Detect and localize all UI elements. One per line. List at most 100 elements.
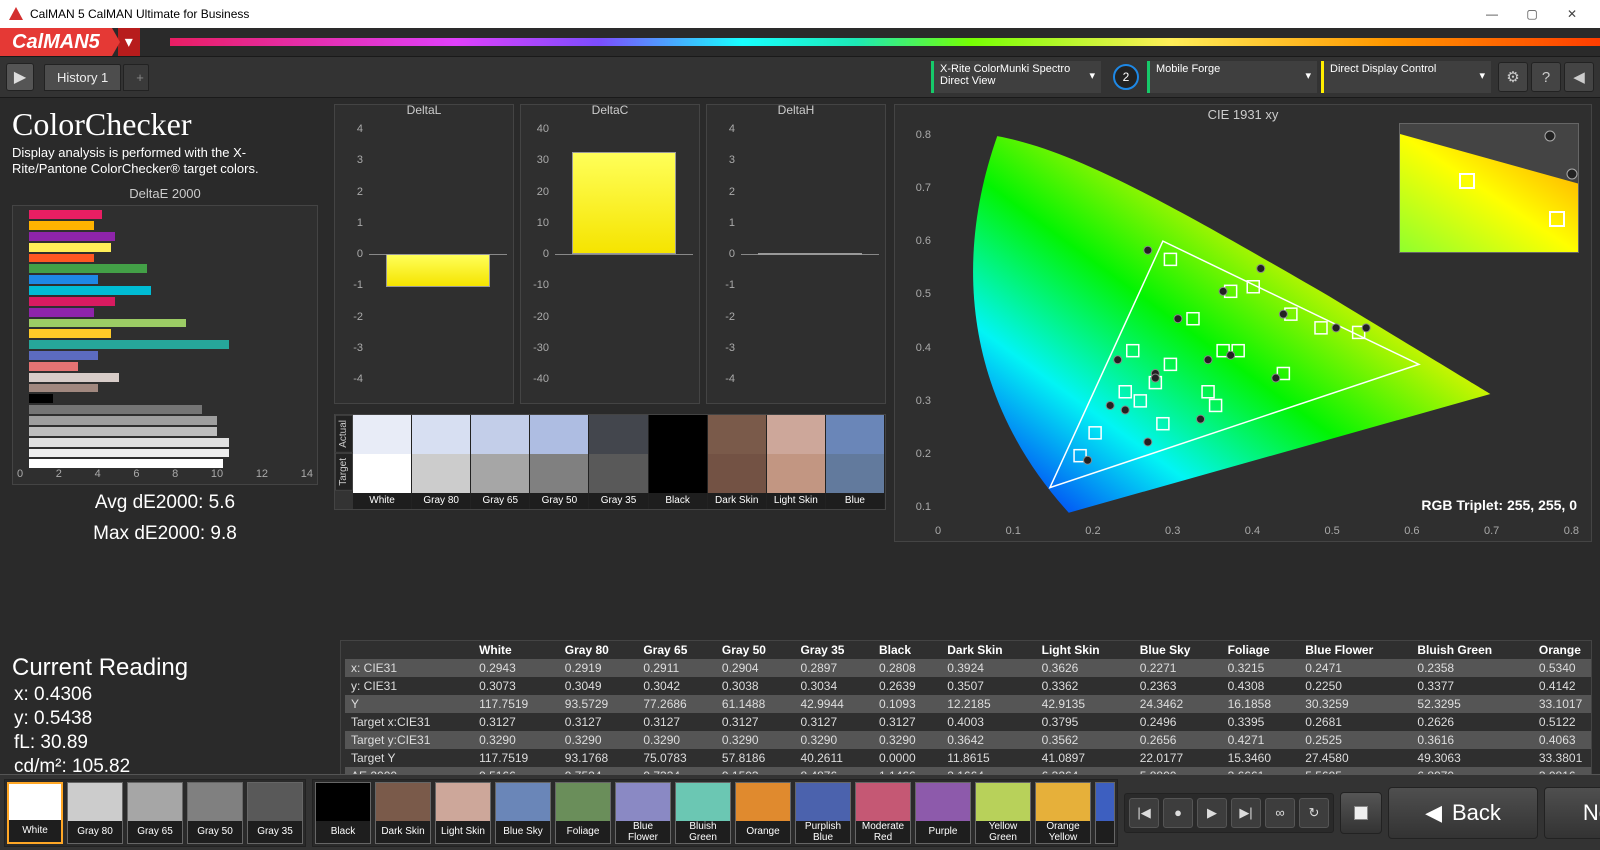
color-swatch-foliage[interactable]: Foliage xyxy=(555,782,611,844)
swatch-black[interactable]: Black xyxy=(649,415,708,509)
window-title: CalMAN 5 CalMAN Ultimate for Business xyxy=(30,7,249,21)
bottom-bar: WhiteGray 80Gray 65Gray 50Gray 35BlackDa… xyxy=(0,774,1600,850)
de2000-bar xyxy=(29,394,53,403)
swatch-white[interactable]: White xyxy=(353,415,412,509)
loop-button[interactable]: ∞ xyxy=(1265,798,1295,828)
color-swatch-bluish-green[interactable]: Bluish Green xyxy=(675,782,731,844)
minimize-button[interactable]: — xyxy=(1472,0,1512,28)
de2000-bar xyxy=(29,405,202,414)
color-swatch-dark-skin[interactable]: Dark Skin xyxy=(375,782,431,844)
device-selector-1[interactable]: Mobile Forge▾ xyxy=(1147,61,1317,93)
de2000-bar xyxy=(29,340,229,349)
swatch-dark-skin[interactable]: Dark Skin xyxy=(708,415,767,509)
page-title: ColorChecker xyxy=(12,106,318,143)
color-swatch-blue-flower[interactable]: Blue Flower xyxy=(615,782,671,844)
de2000-bar xyxy=(29,232,115,241)
de2000-bar xyxy=(29,449,229,458)
color-swatch-gray-65[interactable]: Gray 65 xyxy=(127,782,183,844)
skip-back-button[interactable]: |◀ xyxy=(1129,798,1159,828)
record-button[interactable]: ● xyxy=(1163,798,1193,828)
color-swatch-purplish-blue[interactable]: Purplish Blue xyxy=(795,782,851,844)
de2000-bar xyxy=(29,210,102,219)
app-icon xyxy=(8,6,24,22)
spectrum-strip xyxy=(170,38,1600,46)
device-selector-2[interactable]: Direct Display Control▾ xyxy=(1321,61,1491,93)
de2000-bar xyxy=(29,459,223,468)
color-swatch-white[interactable]: White xyxy=(7,782,63,844)
color-swatch-gray-50[interactable]: Gray 50 xyxy=(187,782,243,844)
close-button[interactable]: ✕ xyxy=(1552,0,1592,28)
color-swatch-blue-sky[interactable]: Blue Sky xyxy=(495,782,551,844)
swatch-gray-80[interactable]: Gray 80 xyxy=(412,415,471,509)
stats-avg: Avg dE2000: 5.6 xyxy=(12,491,318,516)
media-controls: |◀ ● ▶ ▶| ∞ ↻ xyxy=(1124,793,1334,833)
de2000-bar xyxy=(29,438,229,447)
settings-button[interactable]: ⚙ xyxy=(1498,62,1528,92)
refresh-button[interactable]: ↻ xyxy=(1299,798,1329,828)
cie-chart: CIE 1931 xy 0.10.20.30.40.50.60.70.8 00.… xyxy=(894,104,1592,542)
de2000-bar xyxy=(29,243,111,252)
window-titlebar: CalMAN 5 CalMAN Ultimate for Business — … xyxy=(0,0,1600,28)
de2000-bar xyxy=(29,416,217,425)
current-reading-head: Current Reading xyxy=(12,654,312,682)
de2000-bar xyxy=(29,319,186,328)
color-swatch-light-skin[interactable]: Light Skin xyxy=(435,782,491,844)
device-selector-0[interactable]: X-Rite ColorMunki SpectroDirect View▾ xyxy=(931,61,1101,93)
swatch-gray-50[interactable]: Gray 50 xyxy=(530,415,589,509)
color-swatch-moderate-red[interactable]: Moderate Red xyxy=(855,782,911,844)
gear-icon: ⚙ xyxy=(1506,68,1519,86)
color-swatch-purple[interactable]: Purple xyxy=(915,782,971,844)
swatch-blue[interactable]: Blue xyxy=(826,415,885,509)
de2000-bar xyxy=(29,221,94,230)
device-count-badge: 2 xyxy=(1113,64,1139,90)
de2000-bar xyxy=(29,427,217,436)
help-icon: ? xyxy=(1542,69,1550,86)
color-swatch-orange[interactable]: Orange xyxy=(735,782,791,844)
current-reading: Current Reading x: 0.4306y: 0.5438fL: 30… xyxy=(12,640,312,778)
tab-strip: History 1 + xyxy=(44,64,151,91)
color-swatch-orange-yellow[interactable]: Orange Yellow xyxy=(1035,782,1091,844)
color-swatch-black[interactable]: Black xyxy=(315,782,371,844)
swatch-comparison: Actual Target WhiteGray 80Gray 65Gray 50… xyxy=(334,414,886,510)
cie-inset xyxy=(1399,123,1579,253)
reading-line: x: 0.4306 xyxy=(14,684,312,706)
chevron-left-icon: ◀ xyxy=(1573,68,1585,86)
tab-history-1[interactable]: History 1 xyxy=(44,64,121,91)
color-swatch-cut[interactable] xyxy=(1095,782,1115,844)
swatch-actual-label: Actual xyxy=(335,415,353,453)
back-button[interactable]: ◀Back xyxy=(1388,787,1538,839)
de2000-bar xyxy=(29,329,111,338)
de2000-bar xyxy=(29,308,94,317)
rgb-triplet: RGB Triplet: 255, 255, 0 xyxy=(1421,497,1577,513)
play-media-button[interactable]: ▶ xyxy=(1197,798,1227,828)
skip-forward-button[interactable]: ▶| xyxy=(1231,798,1261,828)
maximize-button[interactable]: ▢ xyxy=(1512,0,1552,28)
color-swatch-gray-80[interactable]: Gray 80 xyxy=(67,782,123,844)
data-table: WhiteGray 80Gray 65Gray 50Gray 35BlackDa… xyxy=(345,641,1591,785)
cie-title: CIE 1931 xy xyxy=(895,105,1591,124)
collapse-button[interactable]: ◀ xyxy=(1564,62,1594,92)
de2000-bar xyxy=(29,254,94,263)
help-button[interactable]: ? xyxy=(1531,62,1561,92)
deltaH-chart: DeltaH 43210-1-2-3-4 xyxy=(706,104,886,404)
de2000-bar xyxy=(29,362,78,371)
de2000-bar xyxy=(29,297,115,306)
color-swatch-yellow-green[interactable]: Yellow Green xyxy=(975,782,1031,844)
stop-button[interactable] xyxy=(1340,792,1382,834)
play-button[interactable]: ▶ xyxy=(6,63,34,91)
deltaC-chart: DeltaC 403020100-10-20-30-40 xyxy=(520,104,700,404)
de2000-bar xyxy=(29,373,119,382)
color-group-0: WhiteGray 80Gray 65Gray 50Gray 35 xyxy=(4,779,306,847)
de2000-bar xyxy=(29,286,151,295)
brand-logo: CalMAN5 xyxy=(0,28,112,56)
color-swatch-gray-35[interactable]: Gray 35 xyxy=(247,782,303,844)
de2000-bar xyxy=(29,275,98,284)
swatch-gray-35[interactable]: Gray 35 xyxy=(589,415,648,509)
page-subtitle: Display analysis is performed with the X… xyxy=(12,145,318,176)
add-tab-button[interactable]: + xyxy=(123,64,149,91)
next-button[interactable]: Next▶ xyxy=(1544,787,1600,839)
swatch-light-skin[interactable]: Light Skin xyxy=(767,415,826,509)
swatch-gray-65[interactable]: Gray 65 xyxy=(471,415,530,509)
de2000-bar xyxy=(29,384,98,393)
de2000-bar xyxy=(29,264,147,273)
